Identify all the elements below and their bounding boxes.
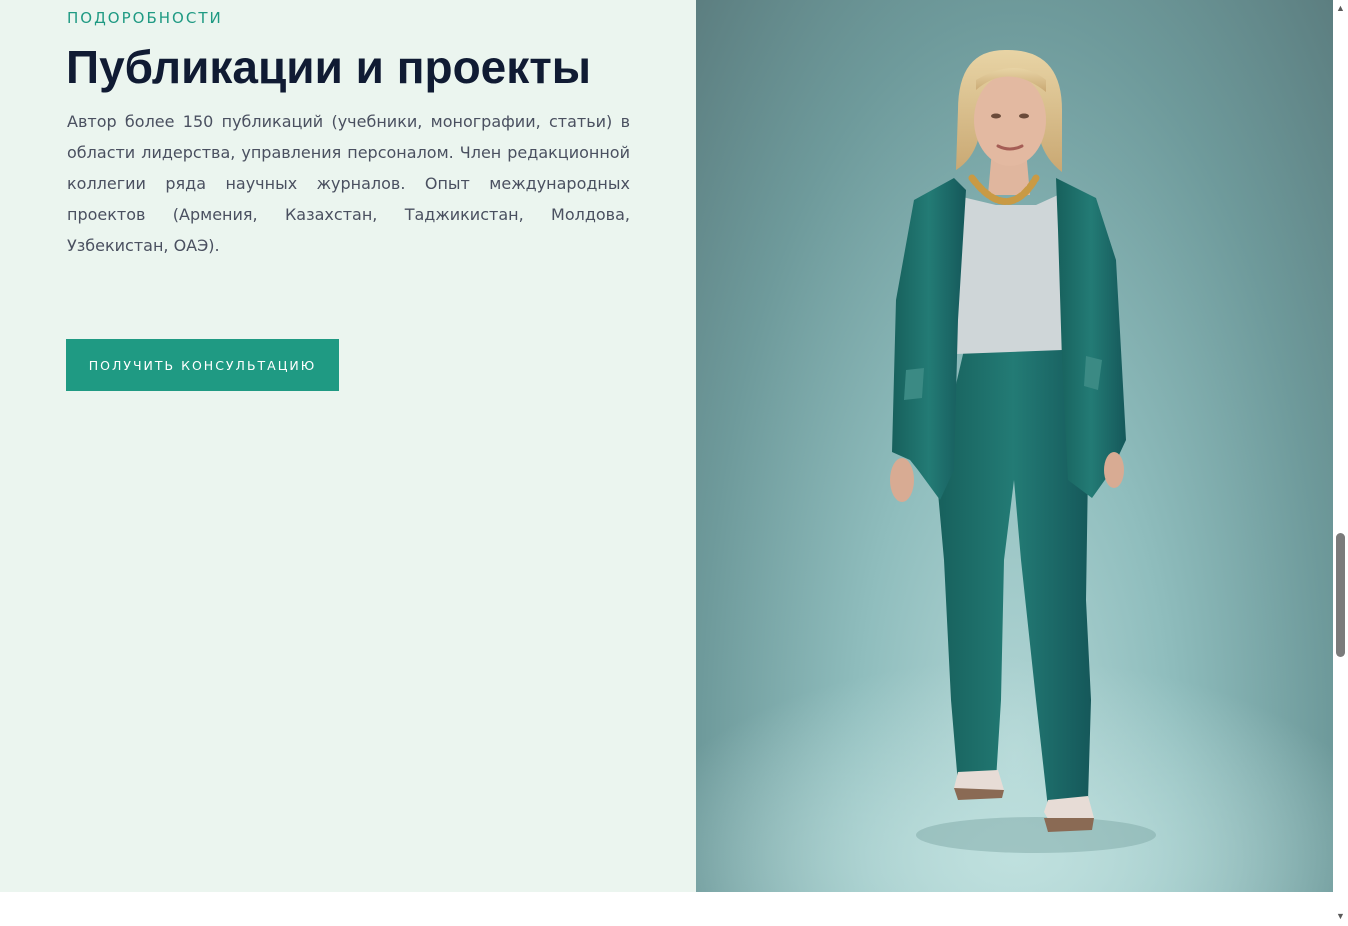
scroll-thumb[interactable] — [1336, 533, 1345, 657]
get-consultation-button[interactable]: ПОЛУЧИТЬ КОНСУЛЬТАЦИЮ — [66, 339, 339, 391]
info-section: ПОДОРОБНОСТИ Публикации и проекты Автор … — [0, 0, 696, 892]
section-description: Автор более 150 публикаций (учебники, мо… — [67, 112, 630, 255]
section-eyebrow: ПОДОРОБНОСТИ — [67, 9, 223, 27]
woman-in-green-suit-image — [696, 49, 1333, 892]
portrait-photo — [696, 0, 1333, 892]
section-title: Публикации и проекты — [66, 41, 592, 93]
scroll-up-arrow-icon[interactable]: ▲ — [1333, 2, 1348, 14]
page-scrollbar[interactable]: ▲ ▼ — [1333, 0, 1348, 926]
scroll-down-arrow-icon[interactable]: ▼ — [1333, 910, 1348, 922]
